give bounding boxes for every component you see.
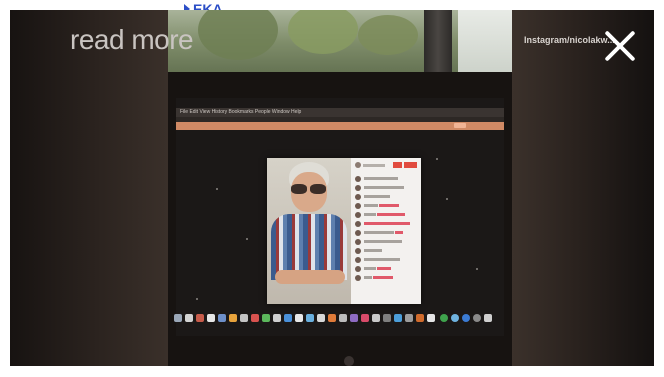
close-icon[interactable]	[600, 26, 640, 66]
laptop: File Edit View History Bookmarks People …	[168, 72, 512, 366]
live-video-image	[267, 158, 351, 304]
instagram-live-card	[267, 158, 421, 304]
top-link[interactable]: EKA	[184, 2, 223, 10]
top-link-text: EKA	[193, 2, 223, 10]
mac-dock	[168, 312, 512, 328]
apple-logo-icon	[344, 356, 354, 366]
browser-menu-bar: File Edit View History Bookmarks People …	[176, 108, 504, 117]
left-blur-panel	[10, 10, 168, 366]
laptop-screen: File Edit View History Bookmarks People …	[176, 98, 504, 336]
video-content[interactable]: File Edit View History Bookmarks People …	[168, 10, 512, 366]
browser-address-bar	[176, 122, 504, 130]
read-more-link[interactable]: read more	[70, 24, 194, 56]
comments-panel	[351, 158, 421, 304]
video-frame: File Edit View History Bookmarks People …	[10, 10, 654, 366]
play-triangle-icon	[184, 4, 190, 10]
